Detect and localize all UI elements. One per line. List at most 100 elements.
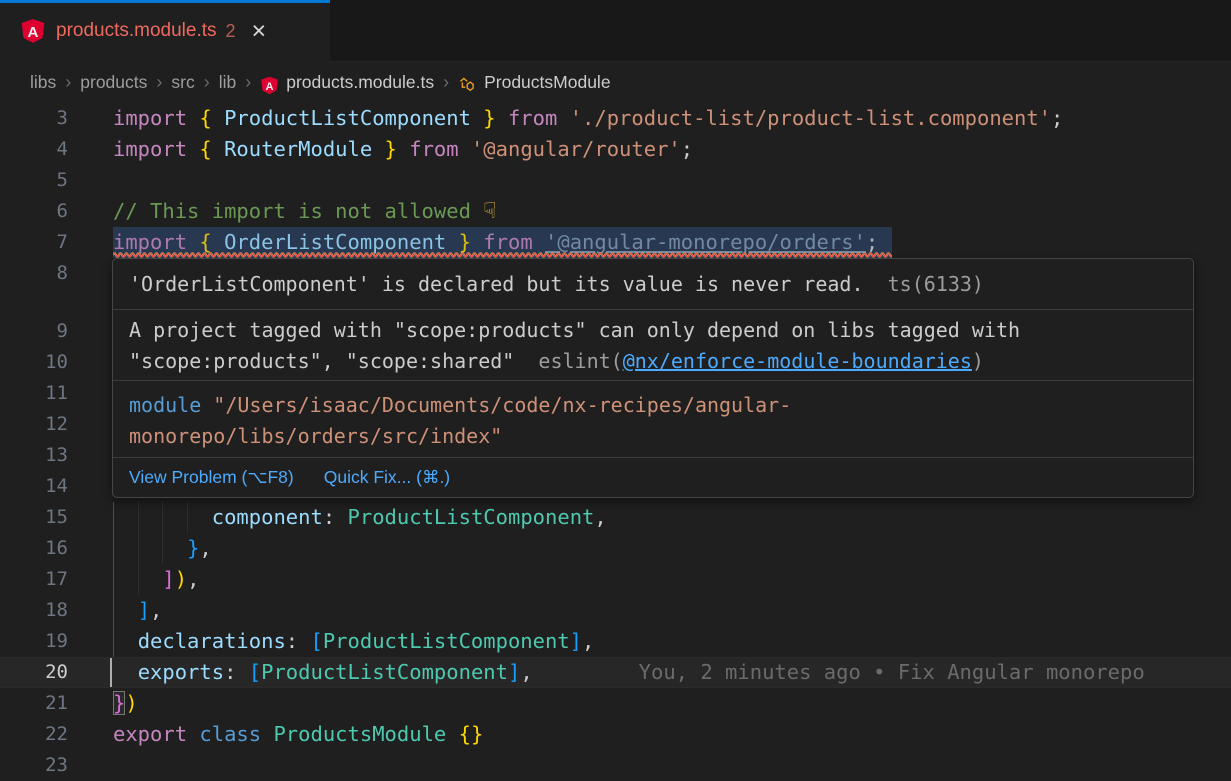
chevron-right-icon: › [443,72,449,93]
tab-strip: A products.module.ts 2 × [0,0,1231,62]
token-var: declarations [138,629,286,653]
token-pun: : [286,629,311,653]
text-cursor [110,658,112,687]
code-line-16[interactable]: 16 }, [0,533,1231,564]
token-b1: ) [125,691,137,715]
token-b1: {} [459,722,484,746]
line-content[interactable]: }, [113,533,212,564]
breadcrumb-item-products[interactable]: products [80,72,147,93]
line-content[interactable]: declarations: [ProductListComponent], [113,626,594,657]
git-blame-annotation: You, 2 minutes ago • Fix Angular monorep… [639,660,1145,684]
token-pun: ; [1051,106,1063,130]
token-strdim: '@angular-monorepo/orders' [545,230,866,254]
diagnostics-hover-popup: 'OrderListComponent' is declared but its… [112,258,1194,498]
token-pun: , [199,536,211,560]
line-content[interactable]: }) [113,688,138,719]
token-type: ProductListComponent [348,505,595,529]
line-content[interactable]: ], [113,595,162,626]
token-var: exports [138,660,224,684]
token-pun [113,536,187,560]
token-kw: import [113,230,199,254]
svg-text:A: A [266,81,274,93]
token-pun: ; [681,137,693,161]
chevron-right-icon: › [245,72,251,93]
quick-fix-action[interactable]: Quick Fix... (⌘.) [324,467,450,488]
svg-text:A: A [28,24,39,41]
token-b1: { [199,106,224,130]
token-cmt: // This import is not allowed [113,199,483,223]
line-content[interactable]: ]), [113,564,199,595]
token-b3: } [187,536,199,560]
token-type: ProductListComponent [261,660,508,684]
breadcrumb-item-lib[interactable]: lib [219,72,237,93]
line-number: 13 [0,440,68,471]
code-line-23[interactable]: 23 [0,750,1231,781]
line-number: 17 [0,564,68,595]
token-b1: } [471,106,496,130]
token-pun [113,567,162,591]
token-kw: import [113,137,199,161]
code-line-22[interactable]: 22export class ProductsModule {} [0,719,1231,750]
breadcrumb-item-src[interactable]: src [171,72,194,93]
token-type: ProductListComponent [323,629,570,653]
token-b1: } [446,230,471,254]
code-line-21[interactable]: 21}) [0,688,1231,719]
tab-problems-badge: 2 [226,21,236,42]
view-problem-action[interactable]: View Problem (⌥F8) [129,467,294,488]
eslint-diagnostic-message: A project tagged with "scope:products" c… [113,309,1193,380]
line-content[interactable]: import { ProductListComponent } from './… [113,103,1063,134]
line-number: 12 [0,409,68,440]
line-content[interactable]: exports: [ProductListComponent],You, 2 m… [113,657,1145,688]
line-number: 7 [0,227,68,258]
token-var: ProductListComponent [224,106,471,130]
code-line-15[interactable]: 15 component: ProductListComponent, [0,502,1231,533]
token-var: RouterModule [224,137,372,161]
line-content[interactable]: import { RouterModule } from '@angular/r… [113,134,693,165]
code-line-17[interactable]: 17 ]), [0,564,1231,595]
token-pun [113,598,138,622]
token-type: ProductsModule [273,722,458,746]
pointing-down-hand-icon: ☟ [483,199,496,224]
token-b1: ) [175,567,187,591]
breadcrumb-item-file[interactable]: products.module.ts [286,72,434,93]
diagnostic-source [876,272,888,296]
line-number: 16 [0,533,68,564]
active-tab-indicator [0,0,330,3]
line-content[interactable]: component: ProductListComponent, [113,502,607,533]
code-line-6[interactable]: 6// This import is not allowed ☟ [0,196,1231,227]
breadcrumb-item-libs[interactable]: libs [30,72,56,93]
line-number: 3 [0,103,68,134]
line-number: 8 [0,258,68,289]
line-content[interactable]: // This import is not allowed ☟ [113,196,497,227]
token-b3: ] [570,629,582,653]
token-b3: ] [508,660,520,684]
chevron-right-icon: › [156,72,162,93]
token-pun [113,505,212,529]
module-keyword: module [129,393,201,417]
tab-products-module[interactable]: A products.module.ts 2 × [0,0,330,62]
line-number: 21 [0,688,68,719]
line-number: 19 [0,626,68,657]
line-content[interactable]: export class ProductsModule {} [113,719,483,750]
token-pun: ; [866,230,878,254]
breadcrumb-item-symbol[interactable]: ProductsModule [484,72,610,93]
code-line-4[interactable]: 4import { RouterModule } from '@angular/… [0,134,1231,165]
code-line-5[interactable]: 5 [0,165,1231,196]
line-number: 15 [0,502,68,533]
code-line-3[interactable]: 3 import { ProductListComponent } from '.… [0,103,1231,134]
token-b1: { [199,230,224,254]
line-number: 14 [0,471,68,502]
code-line-19[interactable]: 19 declarations: [ProductListComponent], [0,626,1231,657]
symbol-class-icon [458,76,477,95]
token-pun: , [594,505,606,529]
code-line-18[interactable]: 18 ], [0,595,1231,626]
token-pun: : [323,505,348,529]
eslint-rule-link[interactable]: @nx/enforce-module-boundaries [623,349,972,373]
code-line-20[interactable]: 20 exports: [ProductListComponent],You, … [0,657,1231,688]
close-icon[interactable]: × [252,19,267,44]
line-number: 23 [0,750,68,781]
line-number: 9 [0,316,68,347]
hover-action-bar: View Problem (⌥F8) Quick Fix... (⌘.) [113,457,1193,497]
code-line-7[interactable]: 7import { OrderListComponent } from '@an… [0,227,1231,258]
breadcrumb: libs › products › src › lib › A products… [0,62,1231,103]
